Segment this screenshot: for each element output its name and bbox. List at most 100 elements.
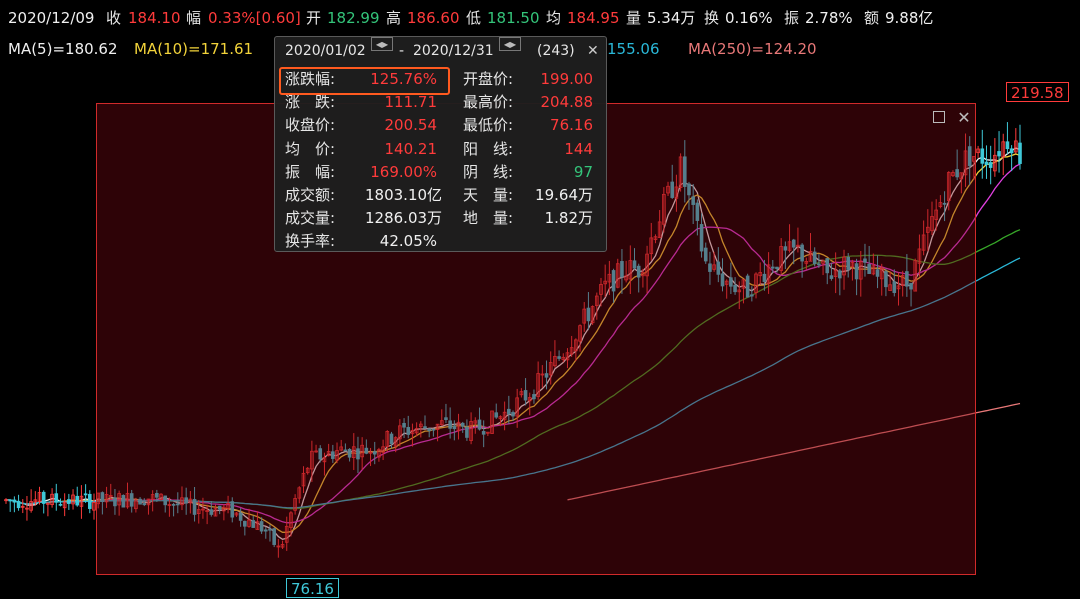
ma10-label: MA(10)=171.61 [134, 40, 254, 58]
candle [980, 129, 985, 179]
candle [71, 489, 75, 510]
volume-label: 量 [626, 9, 642, 27]
stats-value: 1.82万 [544, 209, 593, 228]
stats-value: 199.00 [540, 70, 594, 88]
maximize-icon[interactable] [932, 110, 948, 126]
stats-value: 140.21 [384, 139, 438, 158]
turnover-label: 换 [704, 9, 720, 27]
candle [12, 496, 17, 513]
stats-row: 成交量: 1286.03万 地 量: 1.82万 [275, 207, 606, 230]
stats-value: 204.88 [540, 93, 594, 112]
stats-key: 阳 线: [463, 139, 514, 158]
stats-key: 天 量: [463, 186, 514, 204]
candle [8, 498, 12, 512]
candle [16, 494, 21, 511]
avg-value: 184.95 [567, 9, 620, 27]
candle [92, 493, 96, 520]
stats-key: 最低价: [463, 116, 514, 135]
ma60-label: 155.06 [607, 40, 660, 58]
candle [54, 483, 59, 511]
candle [67, 493, 71, 510]
change-label: 幅 [186, 9, 202, 27]
candle [1009, 145, 1014, 172]
stats-value: 169.00% [370, 162, 437, 181]
quote-bar: 2020/12/09 收 184.10 幅 0.33%[0.60] 开 182.… [0, 0, 1080, 36]
candle [20, 499, 25, 514]
candle [50, 488, 54, 508]
stats-value: 1286.03万 [365, 209, 443, 228]
candle [37, 486, 42, 505]
candle [976, 145, 980, 158]
stats-key: 地 量: [463, 209, 514, 228]
range-separator: - [399, 43, 405, 59]
stats-key: 均 价: [285, 139, 336, 158]
stats-row: 成交额: 1803.10亿 天 量: 19.64万 [275, 184, 606, 207]
candle [997, 131, 1001, 173]
candle [993, 138, 997, 177]
ma5-label: MA(5)=180.62 [8, 40, 118, 58]
amplitude-value: 2.78% [805, 9, 853, 27]
candle [62, 493, 67, 517]
stats-row: 振 幅: 169.00% 阴 线: 97 [275, 161, 606, 184]
stats-key: 阴 线: [463, 162, 514, 181]
stats-key: 成交额: [285, 186, 336, 204]
open-label: 开 [306, 9, 322, 27]
avg-label: 均 [546, 9, 562, 27]
panel-close-icon[interactable]: ✕ [587, 37, 599, 65]
candle [88, 490, 92, 514]
period-high-label: 219.58 [1006, 82, 1069, 102]
turnover-value: 0.16% [725, 9, 773, 27]
end-date-stepper-icon[interactable]: ◀▶ [499, 37, 521, 51]
highlight-box [279, 67, 450, 95]
amount-label: 额 [864, 9, 880, 27]
change-value: 0.33%[0.60] [208, 9, 301, 27]
stats-row: 换手率: 42.05% [275, 230, 606, 253]
stats-key: 振 幅: [285, 162, 336, 181]
period-low-label: 76.16 [286, 578, 339, 598]
candle [1018, 124, 1022, 170]
candle [46, 502, 50, 517]
stats-value: 1803.10亿 [365, 186, 443, 204]
high-label: 高 [386, 9, 402, 27]
stats-value: 19.64万 [535, 186, 593, 204]
close-value: 184.10 [128, 9, 181, 27]
stats-key: 收盘价: [285, 116, 336, 135]
low-value: 181.50 [487, 9, 540, 27]
stats-key: 最高价: [463, 93, 514, 112]
candle [1001, 133, 1006, 176]
amplitude-label: 振 [784, 9, 800, 27]
close-icon[interactable]: ✕ [956, 110, 972, 126]
candle [988, 145, 993, 185]
stats-key: 换手率: [285, 232, 336, 251]
candle [1005, 122, 1010, 154]
start-date-stepper-icon[interactable]: ◀▶ [371, 37, 393, 51]
close-label: 收 [106, 9, 122, 27]
range-start-date[interactable]: 2020/01/02 [285, 37, 366, 65]
low-label: 低 [466, 9, 482, 27]
stats-value: 200.54 [384, 116, 438, 135]
candle [75, 486, 80, 507]
stats-value: 76.16 [550, 116, 593, 135]
stats-key: 开盘价: [463, 70, 514, 88]
amount-value: 9.88亿 [885, 9, 934, 27]
stats-key: 成交量: [285, 209, 336, 228]
candle [984, 145, 989, 179]
candle [25, 495, 29, 521]
stats-value: 97 [573, 162, 593, 181]
candle [41, 490, 46, 514]
range-end-date[interactable]: 2020/12/31 [413, 37, 494, 65]
volume-value: 5.34万 [647, 9, 696, 27]
range-bar-count: (243) [537, 43, 575, 59]
candle [1014, 128, 1018, 154]
high-value: 186.60 [407, 9, 460, 27]
ma250-label: MA(250)=124.20 [688, 40, 817, 58]
stats-row: 均 价: 140.21 阳 线: 144 [275, 138, 606, 161]
open-value: 182.99 [327, 9, 380, 27]
stats-value: 42.05% [379, 232, 437, 251]
candle [4, 498, 8, 504]
stats-value: 144 [564, 139, 593, 158]
quote-date: 2020/12/09 [8, 9, 95, 27]
candle [29, 489, 33, 513]
stats-row: 收盘价: 200.54 最低价: 76.16 [275, 114, 606, 137]
range-header: 2020/01/02 ◀▶ - 2020/12/31 ◀▶ (243) ✕ [275, 37, 606, 65]
